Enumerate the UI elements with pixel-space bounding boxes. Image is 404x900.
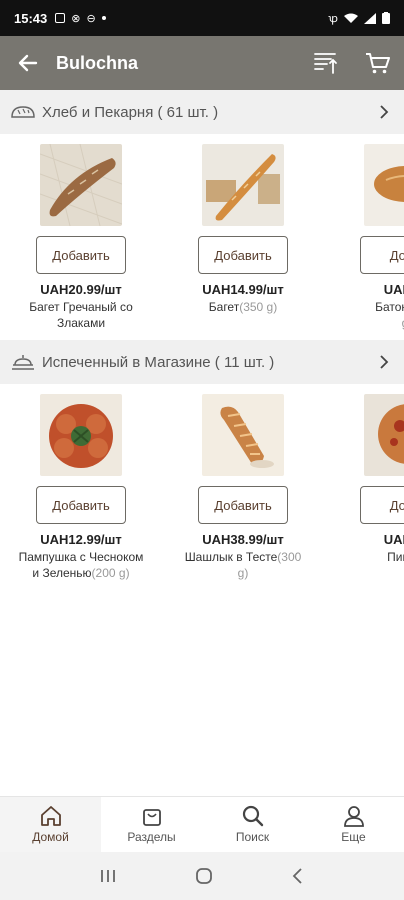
back-nav-icon[interactable] <box>291 867 305 885</box>
chevron-right-icon <box>374 105 394 119</box>
nav-label: Домой <box>32 830 69 844</box>
product-image-milk-loaf[interactable] <box>364 144 404 226</box>
add-to-cart-button[interactable]: Добавить <box>36 486 126 524</box>
category-header-bread[interactable]: Хлеб и Пекарня ( 61 шт. ) <box>0 90 404 134</box>
product-name: Пицца <box>387 550 404 564</box>
status-time: 15:43 <box>14 10 48 26</box>
arrow-left-icon <box>18 54 38 72</box>
product-card[interactable]: Добавить UAH20.99/шт Багет Гречаный со З… <box>16 144 146 331</box>
product-price: UAH13 <box>383 282 404 297</box>
link-icon: ⊖ <box>86 12 96 25</box>
baking-icon <box>10 352 38 372</box>
back-button[interactable] <box>0 36 56 90</box>
nav-search[interactable]: Поиск <box>202 797 303 852</box>
product-card[interactable]: Добавить UAH12.99/шт Пампушка с Чесноком… <box>16 394 146 581</box>
add-to-cart-button[interactable]: Добавить <box>198 236 288 274</box>
sync-icon: ⊗ <box>71 12 81 25</box>
signal-icon <box>364 12 376 24</box>
product-name: Батон Молg <box>375 300 404 330</box>
add-to-cart-button[interactable]: Доба <box>360 486 404 524</box>
product-card[interactable]: Доба UAH13 Батон Молg <box>340 144 404 331</box>
product-image-pizza[interactable] <box>364 394 404 476</box>
app-bar: Bulochna <box>0 36 404 90</box>
category-title: Испеченный в Магазине ( 11 шт. ) <box>42 353 275 371</box>
product-image-garlic-pampushka[interactable] <box>40 394 122 476</box>
wifi-icon <box>344 13 358 23</box>
product-card[interactable]: Добавить UAH38.99/шт Шашлык в Тесте(300 … <box>178 394 308 581</box>
product-name: Багет(350 g) <box>208 300 278 314</box>
product-name: Пампушка с Чесноком и Зеленью(200 g) <box>18 550 144 580</box>
battery-icon <box>382 12 390 24</box>
product-row-bread[interactable]: Добавить UAH20.99/шт Багет Гречаный со З… <box>0 134 404 340</box>
user-icon <box>343 806 364 827</box>
mute-icon: ꝕ <box>328 12 338 25</box>
nav-label: Поиск <box>235 830 270 844</box>
nav-sections[interactable]: Разделы <box>101 797 202 852</box>
system-icons: ꝕ <box>328 11 390 26</box>
product-price: UAH14.99/шт <box>202 282 284 297</box>
product-name: Шашлык в Тесте(300 g) <box>184 550 302 580</box>
product-card[interactable]: Добавить UAH14.99/шт Багет(350 g) <box>178 144 308 315</box>
category-title: Хлеб и Пекарня ( 61 шт. ) <box>42 103 219 121</box>
recent-apps-icon[interactable] <box>99 868 117 884</box>
bottom-navigation: Домой Разделы Поиск Еще <box>0 796 404 852</box>
add-to-cart-button[interactable]: Доба <box>360 236 404 274</box>
product-name: Багет Гречаный со Злаками <box>29 300 133 330</box>
category-header-store-baked[interactable]: Испеченный в Магазине ( 11 шт. ) <box>0 340 404 384</box>
product-price: UAH20.99/шт <box>40 282 122 297</box>
product-image-baguette[interactable] <box>202 144 284 226</box>
cart-button[interactable] <box>352 36 404 90</box>
bag-icon <box>142 809 161 826</box>
gallery-icon <box>55 13 66 23</box>
system-navigation-bar <box>0 852 404 900</box>
nav-more[interactable]: Еще <box>303 797 404 852</box>
nav-label: Разделы <box>127 830 176 844</box>
chevron-right-icon <box>374 355 394 369</box>
product-price: UAH23 <box>383 532 404 547</box>
page-title: Bulochna <box>56 52 139 73</box>
status-bar: 15:43 ⊗ ⊖ ꝕ <box>0 0 404 36</box>
sort-icon <box>314 53 337 74</box>
cart-icon <box>366 53 390 74</box>
nav-label: Еще <box>341 830 366 844</box>
bread-icon <box>10 102 38 122</box>
home-icon <box>40 806 61 826</box>
product-row-store-baked[interactable]: Добавить UAH12.99/шт Пампушка с Чесноком… <box>0 384 404 590</box>
add-to-cart-button[interactable]: Добавить <box>198 486 288 524</box>
notification-icons: ⊗ ⊖ <box>55 12 106 25</box>
product-price: UAH38.99/шт <box>202 532 284 547</box>
more-notifications-icon <box>101 16 106 20</box>
product-image-shashlik-in-dough[interactable] <box>202 394 284 476</box>
add-to-cart-button[interactable]: Добавить <box>36 236 126 274</box>
product-card[interactable]: Доба UAH23 Пицца <box>340 394 404 565</box>
product-image-buckwheat-baguette[interactable] <box>40 144 122 226</box>
catalog-content[interactable]: Хлеб и Пекарня ( 61 шт. ) Добавить UAH20… <box>0 90 404 796</box>
sort-button[interactable] <box>300 36 352 90</box>
home-button-icon[interactable] <box>195 867 213 885</box>
product-price: UAH12.99/шт <box>40 532 122 547</box>
nav-home[interactable]: Домой <box>0 797 101 852</box>
search-icon <box>242 805 263 827</box>
